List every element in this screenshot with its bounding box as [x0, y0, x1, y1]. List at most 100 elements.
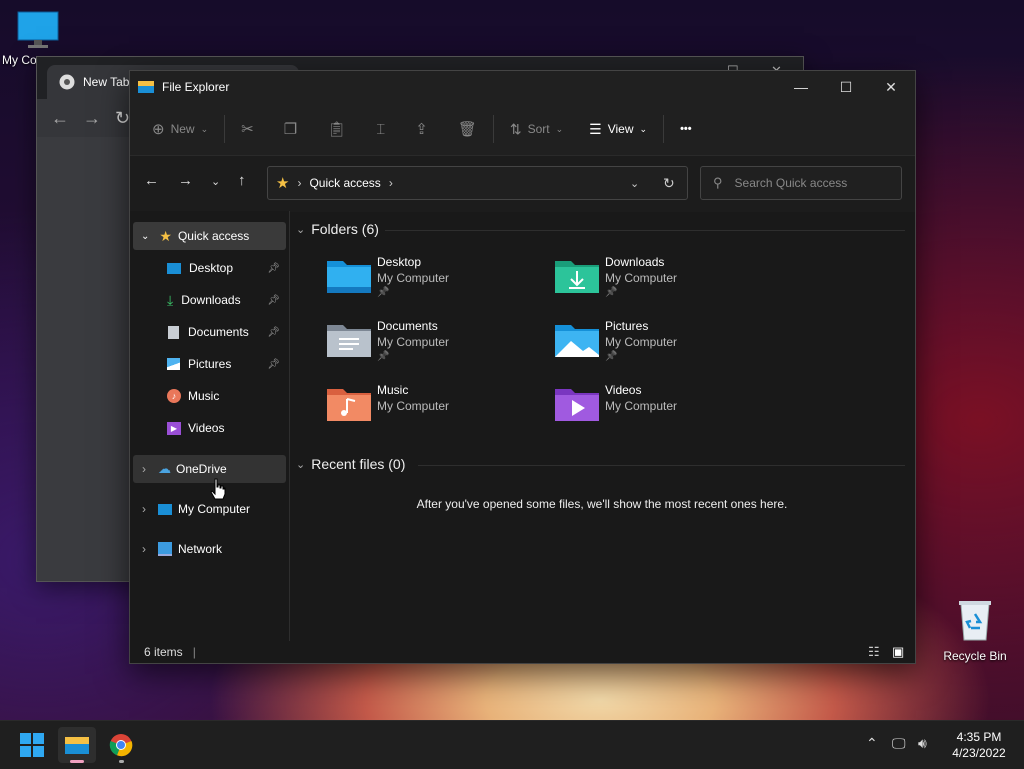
chevron-right-icon: › — [142, 462, 146, 476]
network-status-icon[interactable]: 🖵︎ — [892, 735, 906, 752]
taskbar-chrome[interactable] — [102, 727, 140, 763]
paste-button[interactable]: 📋︎ — [319, 113, 354, 145]
search-icon: ⚲ — [713, 175, 723, 190]
folder-tile-downloads[interactable]: Downloads My Computer 📌 — [555, 255, 775, 311]
nav-item-documents[interactable]: Documents 📌︎ — [133, 318, 286, 346]
minimize-button[interactable]: — — [778, 71, 824, 103]
folder-location: My Computer — [377, 335, 450, 349]
video-icon: ▶ — [167, 421, 181, 435]
folder-tile-pictures[interactable]: Pictures My Computer 📌 — [555, 319, 775, 375]
divider — [492, 115, 494, 143]
more-icon: ••• — [680, 123, 692, 135]
close-button[interactable]: ✕ — [868, 71, 914, 103]
divider — [418, 465, 905, 466]
clock-time: 4:35 PM — [956, 730, 1002, 744]
recent-locations-chevron-icon[interactable]: ⌄ — [211, 175, 220, 188]
folder-name: Pictures — [605, 319, 649, 333]
back-arrow-icon[interactable]: ← — [51, 108, 69, 129]
more-options-button[interactable]: ••• — [672, 113, 700, 145]
command-bar: ⊕ New ⌄ ✂ ❐ 📋︎ ⌶ ⇪ 🗑︎ ⇅ Sort ⌄ ☰ View ⌄ … — [130, 103, 915, 155]
address-dropdown-icon[interactable]: ⌄ — [630, 177, 639, 190]
delete-button[interactable]: 🗑︎ — [450, 113, 485, 145]
status-divider: | — [192, 645, 196, 659]
music-folder-icon — [327, 389, 371, 421]
address-bar[interactable]: ★ › Quick access › ⌄ ↻ — [267, 166, 688, 200]
pin-icon: 📌 — [605, 351, 618, 362]
computer-icon — [158, 503, 172, 515]
explorer-body: ⌄ ★ Quick access Desktop 📌︎ ⤓ Downloads … — [130, 211, 915, 641]
nav-item-videos[interactable]: ▶ Videos — [133, 414, 286, 442]
navigation-bar: ← → ⌄ ↑ ★ › Quick access › ⌄ ↻ ⚲ Search … — [130, 155, 915, 212]
nav-onedrive-label: OneDrive — [176, 462, 227, 476]
divider — [663, 115, 665, 143]
nav-item-music[interactable]: ♪ Music — [133, 382, 286, 410]
nav-item-desktop[interactable]: Desktop 📌︎ — [133, 254, 286, 282]
nav-quick-access-label: Quick access — [177, 229, 250, 243]
desktop-icon-recycle-bin[interactable]: Recycle Bin — [937, 598, 1013, 663]
nav-network-label: Network — [178, 542, 223, 556]
document-icon — [168, 325, 179, 339]
start-button[interactable] — [13, 727, 51, 763]
chevron-down-icon: ⌄ — [200, 123, 209, 134]
sort-label: Sort — [527, 122, 550, 136]
recent-files-section-header[interactable]: ⌄ Recent files (0) — [296, 456, 405, 472]
reload-icon[interactable]: ↻ — [115, 108, 130, 129]
title-bar: File Explorer — ☐ ✕ — [130, 71, 915, 103]
status-bar: 6 items | ☷ ▣ — [130, 641, 915, 663]
nav-quick-access[interactable]: ⌄ ★ Quick access — [133, 222, 286, 250]
nav-item-label: Documents — [188, 325, 249, 339]
monitor-icon — [17, 11, 59, 48]
videos-folder-icon — [555, 389, 599, 421]
pin-icon: 📌 — [605, 287, 618, 298]
address-path: Quick access — [309, 176, 381, 190]
divider — [385, 230, 905, 231]
refresh-icon[interactable]: ↻ — [663, 175, 675, 192]
clock[interactable]: 4:35 PM 4/23/2022 — [944, 729, 1014, 761]
folders-header-label: Folders (6) — [311, 221, 379, 237]
nav-item-label: Desktop — [189, 261, 234, 275]
folder-tile-music[interactable]: Music My Computer — [327, 383, 547, 439]
active-indicator — [70, 760, 84, 763]
file-explorer-window[interactable]: File Explorer — ☐ ✕ ⊕ New ⌄ ✂ ❐ 📋︎ ⌶ ⇪ 🗑… — [129, 70, 916, 664]
nav-item-pictures[interactable]: Pictures 📌︎ — [133, 350, 286, 378]
taskbar-file-explorer[interactable] — [58, 727, 96, 763]
forward-arrow-icon[interactable]: → — [83, 108, 101, 129]
folder-tile-desktop[interactable]: Desktop My Computer 📌 — [327, 255, 547, 311]
clipboard-icon: 📋︎ — [327, 121, 347, 138]
share-button[interactable]: ⇪ — [407, 113, 436, 145]
folder-name: Videos — [605, 383, 642, 397]
new-button[interactable]: ⊕ New ⌄ — [144, 113, 216, 145]
taskbar: ⌃ 🖵︎ 🔊︎ 4:35 PM 4/23/2022 — [0, 720, 1024, 769]
window-title: File Explorer — [162, 80, 230, 94]
chevron-right-icon: › — [297, 176, 302, 190]
back-arrow-icon[interactable]: ← — [144, 172, 159, 189]
chevron-right-icon: › — [142, 502, 146, 516]
up-arrow-icon[interactable]: ↑ — [238, 172, 246, 189]
folder-tile-documents[interactable]: Documents My Computer 📌 — [327, 319, 547, 375]
sort-button[interactable]: ⇅ Sort ⌄ — [502, 113, 571, 145]
copy-icon: ❐ — [283, 121, 298, 138]
item-count: 6 items — [144, 645, 183, 659]
folder-name: Desktop — [377, 255, 422, 269]
view-button[interactable]: ☰ View ⌄ — [581, 113, 655, 145]
maximize-button[interactable]: ☐ — [823, 71, 869, 103]
share-icon: ⇪ — [415, 121, 428, 138]
details-view-icon[interactable]: ☷ — [868, 644, 880, 660]
nav-item-downloads[interactable]: ⤓ Downloads 📌︎ — [133, 286, 286, 314]
forward-arrow-icon[interactable]: → — [178, 172, 193, 189]
cut-button[interactable]: ✂ — [233, 113, 262, 145]
folder-tile-videos[interactable]: Videos My Computer — [555, 383, 775, 439]
content-area: ⌄ Folders (6) Desktop My Computer 📌 Down… — [290, 211, 915, 641]
nav-network[interactable]: › Network — [133, 535, 286, 563]
volume-icon[interactable]: 🔊︎ — [918, 735, 927, 752]
rename-button[interactable]: ⌶ — [368, 113, 393, 145]
search-box[interactable]: ⚲ Search Quick access — [700, 166, 902, 200]
folders-section-header[interactable]: ⌄ Folders (6) — [296, 221, 379, 237]
tiles-view-icon[interactable]: ▣ — [892, 644, 904, 660]
copy-button[interactable]: ❐ — [276, 113, 305, 145]
chevron-down-icon: ⌄ — [555, 123, 564, 134]
show-hidden-icons-chevron-icon[interactable]: ⌃ — [866, 735, 878, 752]
folder-name: Downloads — [605, 255, 665, 269]
cloud-icon: ☁ — [158, 461, 171, 476]
view-label: View — [607, 122, 634, 136]
